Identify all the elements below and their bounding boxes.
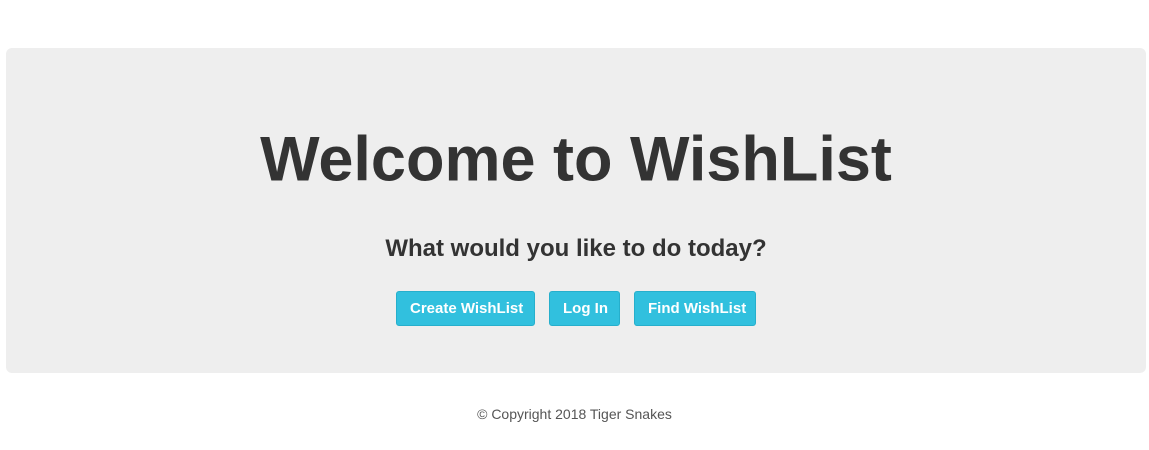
- welcome-panel: Welcome to WishList What would you like …: [6, 48, 1146, 373]
- prompt-subtitle: What would you like to do today?: [385, 235, 767, 262]
- action-buttons: Create WishList Log In Find WishList: [6, 291, 1146, 326]
- log-in-button[interactable]: Log In: [549, 291, 620, 326]
- find-wishlist-button[interactable]: Find WishList: [634, 291, 756, 326]
- create-wishlist-button[interactable]: Create WishList: [396, 291, 535, 326]
- copyright-footer: © Copyright 2018 Tiger Snakes: [477, 406, 672, 422]
- page-title: Welcome to WishList: [260, 124, 892, 195]
